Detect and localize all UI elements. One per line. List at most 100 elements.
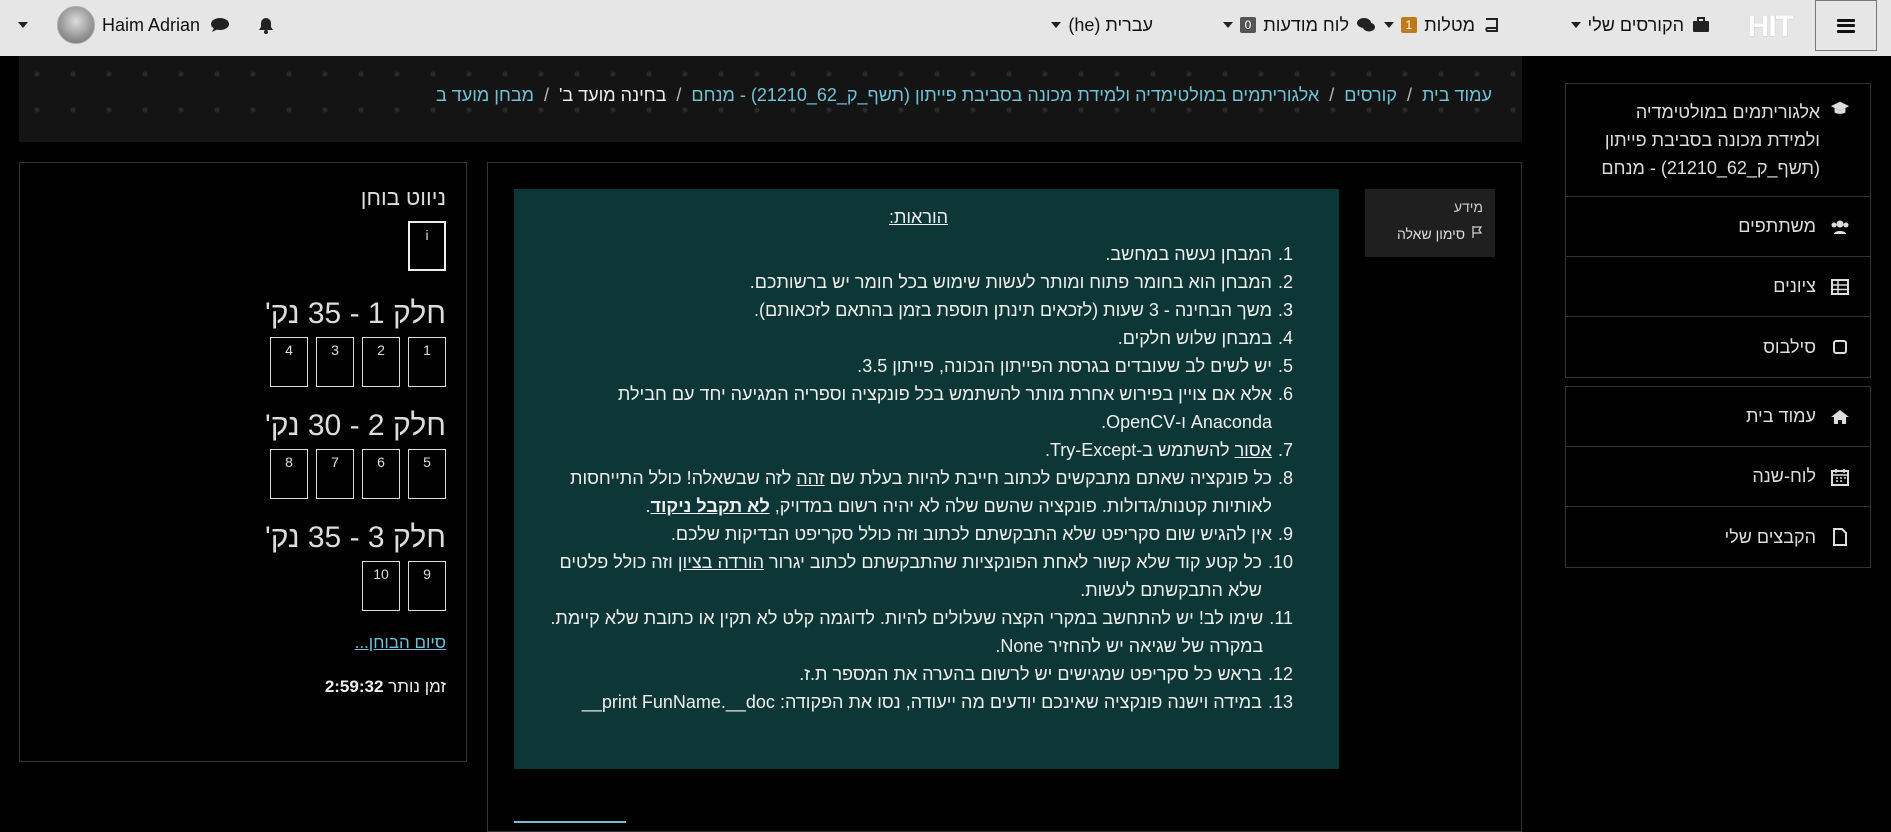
item-number: 11. — [1269, 608, 1293, 628]
drawer-item-syllabus[interactable]: סילבוס — [1566, 317, 1870, 377]
chevron-down-icon — [1222, 22, 1233, 28]
item-text-part: כל פונקציה שאתם מתבקשים לכתוב חייבת להיו… — [824, 468, 1272, 488]
list-item: 4. במבחן שלוש חלקים. — [544, 324, 1293, 352]
table-icon — [1830, 277, 1850, 297]
flag-icon — [1471, 225, 1483, 242]
chat-icon — [210, 15, 230, 35]
item-number: 10. — [1267, 552, 1293, 572]
drawer-toggle-button[interactable] — [1815, 0, 1877, 51]
drawer-item-label: לוח-שנה — [1752, 466, 1816, 486]
my-courses-menu[interactable]: הקורסים שלי — [1570, 0, 1711, 50]
question-cell[interactable]: 7 — [316, 449, 354, 499]
breadcrumb-course[interactable]: אלגוריתמים במולטימדיה ולמידת מכונה בסביב… — [691, 85, 1319, 106]
drawer-course-link[interactable]: אלגוריתמים במולטימדיה ולמידת מכונה בסביב… — [1566, 84, 1870, 197]
list-item: 11. שימו לב! יש להתחשב במקרי הקצה שעלולים… — [544, 604, 1293, 660]
chevron-down-icon — [1051, 22, 1062, 28]
item-text-part: להשתמש ב-Try-Except. — [1044, 440, 1235, 460]
item-text: במבחן שלוש חלקים. — [1117, 328, 1272, 348]
user-menu[interactable]: Haim Adrian — [18, 0, 200, 50]
item-number: 1. — [1277, 244, 1293, 264]
language-menu[interactable]: עברית (he) — [1051, 0, 1153, 50]
item-number: 9. — [1277, 524, 1293, 544]
info-label: מידע — [1453, 199, 1483, 215]
avatar — [57, 6, 95, 44]
instructions-heading: הוראות: — [888, 207, 949, 227]
question-cell[interactable]: 6 — [362, 449, 400, 499]
home-icon — [1830, 407, 1850, 427]
list-item: 6. אלא אם צויין בפירוש אחרת מותר להשתמש ב… — [544, 380, 1293, 436]
breadcrumb-home[interactable]: עמוד בית — [1422, 85, 1492, 106]
item-number: 6. — [1277, 384, 1293, 404]
hamburger-icon — [1837, 18, 1855, 33]
drawer-item-home[interactable]: עמוד בית — [1566, 387, 1870, 447]
question-cell[interactable]: 3 — [316, 337, 354, 387]
list-item: 10. כל קטע קוד שלא קשור לאחת הפונקציות שה… — [544, 548, 1293, 604]
breadcrumb-exam-section: בחינה מועד ב' — [558, 85, 667, 105]
messages-menu[interactable]: לוח מודעות 0 — [1222, 0, 1376, 50]
site-logo[interactable]: HIT — [1748, 10, 1794, 44]
drawer-item-calendar[interactable]: לוח-שנה — [1566, 447, 1870, 507]
briefcase-icon — [1691, 15, 1711, 35]
drawer-item-label: ציונים — [1773, 276, 1816, 296]
question-cell[interactable]: 5 — [408, 449, 446, 499]
underlined-text: הורדה בציון — [677, 552, 764, 572]
question-cells: 9 10 — [40, 561, 446, 611]
question-cell[interactable]: 10 — [362, 561, 400, 611]
instructions-list: 1. המבחן נעשה במחשב. 2. המבחן הוא בחומר פת… — [544, 240, 1293, 716]
emphasized-text: לא תקבל ניקוד — [650, 496, 770, 516]
chevron-down-icon — [1570, 22, 1581, 28]
question-cell[interactable]: 2 — [362, 337, 400, 387]
flag-question-button[interactable]: סימון שאלה — [1377, 225, 1483, 242]
list-item: 9. אין להגיש שום סקריפט שלא התבקשתם לכתוב… — [544, 520, 1293, 548]
underlined-text: זהה — [796, 468, 825, 488]
section-title: חלק 1 - 35 נק' — [265, 297, 446, 330]
drawer-item-label: עמוד בית — [1745, 406, 1816, 426]
next-button-edge[interactable] — [514, 821, 626, 832]
question-cell[interactable]: 9 — [408, 561, 446, 611]
item-text: בראש כל סקריפט שמגישים יש לרשום בהערה את… — [799, 664, 1262, 684]
question-cell[interactable]: 4 — [270, 337, 308, 387]
breadcrumb-courses[interactable]: קורסים — [1344, 85, 1397, 106]
item-text: כל פונקציה שאתם מתבקשים לכתוב חייבת להיו… — [544, 464, 1272, 520]
message-drawer-button[interactable] — [210, 0, 230, 50]
site-nav-block: עמוד בית לוח-שנה הקבצים שלי — [1565, 386, 1871, 568]
question-cell[interactable]: 8 — [270, 449, 308, 499]
tasks-label: מטלות — [1424, 14, 1475, 35]
question-info: מידע סימון שאלה — [1365, 189, 1495, 257]
messages-count-badge: 0 — [1239, 17, 1257, 33]
drawer-item-grades[interactable]: ציונים — [1566, 257, 1870, 317]
drawer-item-participants[interactable]: משתתפים — [1566, 197, 1870, 257]
drawer-item-files[interactable]: הקבצים שלי — [1566, 507, 1870, 567]
drawer-course-title: אלגוריתמים במולטימדיה ולמידת מכונה בסביב… — [1601, 102, 1820, 178]
item-text: אלא אם צויין בפירוש אחרת מותר להשתמש בכל… — [617, 384, 1272, 432]
item-text: יש לשים לב שעובדים בגרסת הפייתון הנכונה,… — [857, 356, 1272, 376]
item-text: כל קטע קוד שלא קשור לאחת הפונקציות שהתבק… — [544, 548, 1262, 604]
item-number: 7. — [1277, 440, 1293, 460]
item-text-part: כל קטע קוד שלא קשור לאחת הפונקציות שהתבק… — [764, 552, 1262, 572]
bell-icon — [256, 15, 276, 35]
list-item: 7. אסור להשתמש ב-Try-Except. — [544, 436, 1293, 464]
underlined-text: אסור — [1234, 440, 1272, 460]
top-navbar: HIT הקורסים שלי מטלות 1 לוח מודעות 0 עבר… — [0, 0, 1891, 56]
item-number: 12. — [1267, 664, 1293, 684]
drawer-item-label: הקבצים שלי — [1724, 526, 1816, 547]
notifications-button[interactable] — [256, 0, 276, 50]
info-cells: i — [40, 221, 446, 271]
item-number: 13. — [1267, 692, 1293, 712]
book-icon — [1482, 15, 1502, 35]
tasks-menu[interactable]: מטלות 1 — [1383, 0, 1502, 50]
breadcrumb-separator: / — [1329, 85, 1335, 105]
list-item: 1. המבחן נעשה במחשב. — [544, 240, 1293, 268]
question-cell[interactable]: 1 — [408, 337, 446, 387]
page-header: עמוד בית / קורסים / אלגוריתמים במולטימדי… — [19, 56, 1522, 142]
breadcrumb-current[interactable]: מבחן מועד ב — [436, 85, 534, 106]
item-text: שימו לב! יש להתחשב במקרי הקצה שעלולים לה… — [550, 608, 1264, 656]
item-number: 3. — [1277, 300, 1293, 320]
item-number: 2. — [1277, 272, 1293, 292]
finish-attempt-link[interactable]: סיום הבוחן... — [40, 633, 446, 653]
breadcrumb: עמוד בית / קורסים / אלגוריתמים במולטימדי… — [436, 85, 1492, 106]
list-item: 12. בראש כל סקריפט שמגישים יש לרשום בהערה… — [544, 660, 1293, 688]
quiz-nav-info-cell[interactable]: i — [408, 221, 446, 271]
list-item: 3. משך הבחינה - 3 שעות (לזכאים תינתן תוספ… — [544, 296, 1293, 324]
item-number: 5. — [1277, 356, 1293, 376]
